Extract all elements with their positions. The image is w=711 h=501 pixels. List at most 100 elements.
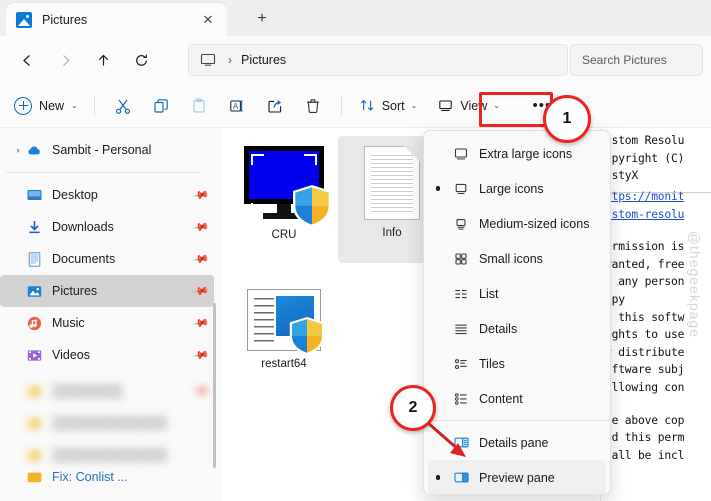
- text-document-icon: [364, 146, 420, 220]
- pin-icon[interactable]: 📌: [192, 186, 211, 205]
- view-dropdown-menu: Extra large icons Large icons Medium-siz…: [423, 130, 611, 495]
- back-arrow-icon[interactable]: [10, 44, 44, 76]
- new-tab-button[interactable]: +: [248, 7, 276, 31]
- menu-item-list[interactable]: List: [428, 276, 606, 311]
- chevron-down-icon-view: ⌄: [493, 101, 500, 110]
- sidebar-item-sambit-personal[interactable]: › Sambit - Personal: [0, 134, 214, 166]
- list-item[interactable]: █████████████: [0, 407, 214, 439]
- preview-link[interactable]: ttps://monit: [605, 188, 684, 206]
- videos-icon: [26, 347, 43, 364]
- sidebar-item-desktop[interactable]: Desktop 📌: [0, 179, 214, 211]
- plus-icon: [14, 96, 32, 115]
- preview-pane: ustom Resolu opyright (C) astyX ttps://m…: [600, 128, 711, 501]
- medium-icons-icon: [448, 216, 474, 232]
- menu-item-large-icons[interactable]: Large icons: [428, 171, 606, 206]
- pin-icon[interactable]: 📌: [192, 346, 211, 365]
- pin-icon[interactable]: 📌: [192, 250, 211, 269]
- delete-button[interactable]: [294, 91, 332, 121]
- menu-item-medium-sized-icons[interactable]: Medium-sized icons: [428, 206, 606, 241]
- new-button[interactable]: New ⌄: [10, 91, 85, 121]
- pictures-icon: [26, 283, 43, 300]
- refresh-icon[interactable]: [124, 44, 158, 76]
- breadcrumb[interactable]: Pictures: [241, 53, 286, 67]
- sidebar-label: Music: [52, 316, 85, 330]
- pin-icon[interactable]: 📌: [192, 282, 211, 301]
- navigation-pane: › Sambit - Personal Desktop 📌 Downloads …: [0, 128, 222, 501]
- chevron-right-icon[interactable]: ›: [10, 145, 26, 155]
- list-item[interactable]: █████████████: [0, 439, 214, 471]
- chevron-down-icon: ⌄: [71, 101, 78, 110]
- menu-item-details[interactable]: Details: [428, 311, 606, 346]
- menu-item-extra-large-icons[interactable]: Extra large icons: [428, 136, 606, 171]
- sidebar-item-downloads[interactable]: Downloads 📌: [0, 211, 214, 243]
- list-item-partial[interactable]: Fix: Conlist ...: [0, 471, 214, 483]
- annotation-step-1: 1: [543, 95, 591, 143]
- large-icons-icon: [448, 181, 474, 197]
- address-bar[interactable]: › Pictures: [188, 44, 568, 76]
- file-explorer-window: Pictures ✕ + › Pictures Search Pictures …: [0, 0, 711, 501]
- paste-button: [180, 91, 218, 121]
- folder-icon: [26, 471, 43, 483]
- sidebar-item-documents[interactable]: Documents 📌: [0, 243, 214, 275]
- watermark: @thegeekpage: [687, 230, 703, 338]
- menu-label: Tiles: [479, 356, 505, 371]
- tab-label: Pictures: [42, 12, 88, 27]
- this-pc-icon[interactable]: [199, 51, 217, 69]
- sidebar-scrollbar[interactable]: [213, 303, 216, 468]
- extra-large-icons-icon: [448, 146, 474, 162]
- folder-icon: [26, 447, 43, 464]
- script-shield-icon: [247, 289, 325, 355]
- sidebar-item-videos[interactable]: Videos 📌: [0, 339, 214, 371]
- new-label: New: [39, 98, 65, 113]
- preview-line: ights to use: [605, 328, 685, 342]
- up-arrow-icon[interactable]: [86, 44, 120, 76]
- file-item-restart64[interactable]: restart64: [230, 279, 338, 406]
- preview-link[interactable]: ustom-resolu: [605, 206, 684, 224]
- menu-item-content[interactable]: Content: [428, 381, 606, 416]
- file-name: CRU: [271, 229, 297, 241]
- pin-icon[interactable]: 📌: [192, 382, 211, 401]
- pin-icon[interactable]: 📌: [192, 314, 211, 333]
- search-input[interactable]: Search Pictures: [570, 44, 703, 76]
- sidebar-label: Fix: Conlist ...: [52, 471, 128, 483]
- documents-icon: [26, 251, 43, 268]
- divider-2: [340, 95, 342, 116]
- menu-label: Preview pane: [479, 470, 555, 485]
- cut-button[interactable]: [104, 91, 142, 121]
- pin-icon[interactable]: 📌: [192, 218, 211, 237]
- sidebar-label: Videos: [52, 348, 90, 362]
- sidebar-label: █████████████: [52, 416, 168, 430]
- menu-item-details-pane[interactable]: Details pane: [428, 425, 606, 460]
- menu-item-preview-pane[interactable]: Preview pane: [428, 460, 606, 494]
- downloads-icon: [26, 219, 43, 236]
- menu-item-tiles[interactable]: Tiles: [428, 346, 606, 381]
- sidebar-item-music[interactable]: Music 📌: [0, 307, 214, 339]
- list-view-icon: [448, 286, 474, 302]
- menu-item-small-icons[interactable]: Small icons: [428, 241, 606, 276]
- forward-arrow-icon: [48, 44, 82, 76]
- rename-button[interactable]: A: [218, 91, 256, 121]
- preview-line: nd this perm: [605, 431, 685, 445]
- sidebar-item-pictures[interactable]: Pictures 📌: [0, 275, 214, 307]
- file-name: Info: [382, 227, 402, 239]
- copy-button[interactable]: [142, 91, 180, 121]
- tab-pictures[interactable]: Pictures ✕: [6, 3, 227, 36]
- share-button[interactable]: [256, 91, 294, 121]
- sort-button[interactable]: Sort ⌄: [351, 91, 426, 121]
- menu-label: List: [479, 286, 499, 301]
- file-item-cru[interactable]: CRU: [230, 136, 338, 263]
- preview-line: opy: [605, 292, 625, 306]
- monitor-shield-icon: [241, 146, 331, 227]
- menu-label: Details pane: [479, 435, 549, 450]
- view-button[interactable]: View ⌄: [429, 91, 508, 121]
- preview-line: ollowing con: [605, 380, 685, 394]
- list-item[interactable]: ████████ 📌: [0, 375, 214, 407]
- preview-line: hall be incl: [605, 448, 685, 462]
- preview-line: opyright (C): [605, 151, 685, 165]
- preview-line: o any person: [605, 275, 685, 289]
- content-view-icon: [448, 391, 474, 407]
- close-tab-icon[interactable]: ✕: [197, 9, 219, 31]
- annotation-step-2: 2: [390, 385, 436, 431]
- menu-label: Content: [479, 391, 523, 406]
